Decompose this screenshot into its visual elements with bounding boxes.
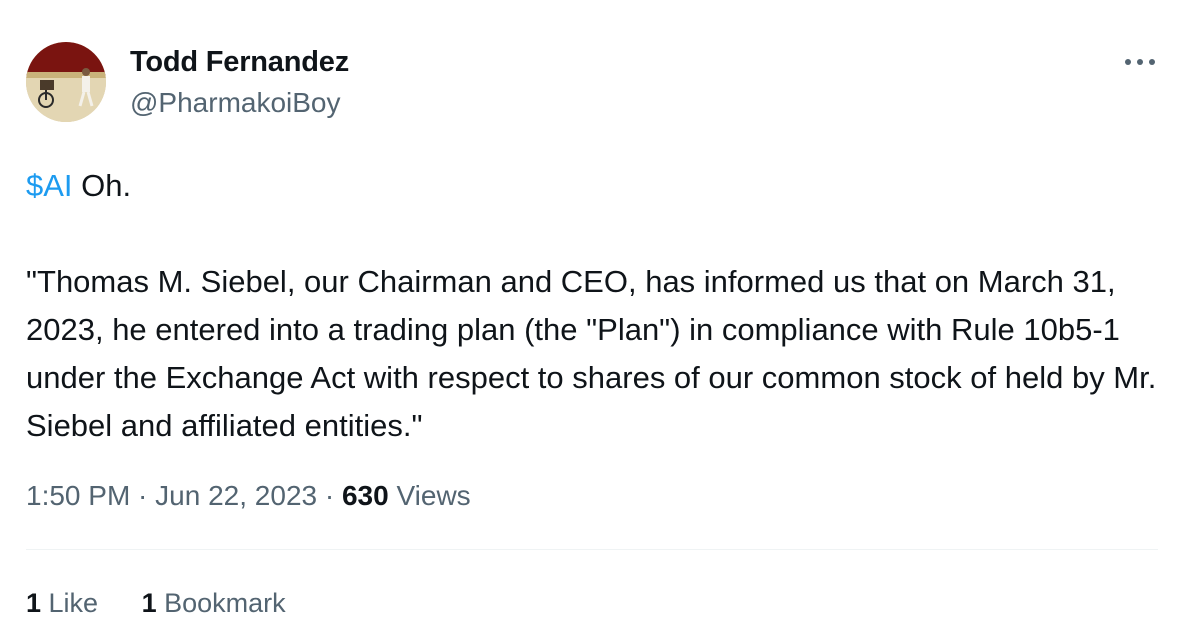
more-options-button[interactable] <box>1120 48 1160 76</box>
bookmarks-count: 1 <box>141 588 157 618</box>
tweet-first-line: $AI Oh. <box>26 162 1166 210</box>
meta-separator-2: · <box>317 480 342 511</box>
cashtag-link[interactable]: $AI <box>26 168 73 203</box>
tweet-meta: 1:50 PM · Jun 22, 2023 · 630 Views <box>26 480 471 512</box>
bookmarks-label: Bookmark <box>156 588 286 618</box>
likes-stat[interactable]: 1 Like <box>26 588 98 619</box>
divider <box>26 549 1158 550</box>
profile-photo-icon <box>26 42 106 122</box>
author-handle[interactable]: @PharmakoiBoy <box>130 87 341 119</box>
tweet-time[interactable]: 1:50 PM <box>26 480 130 511</box>
tweet-quote: "Thomas M. Siebel, our Chairman and CEO,… <box>26 264 1157 443</box>
tweet-date[interactable]: Jun 22, 2023 <box>155 480 317 511</box>
tweet-lead-text: Oh. <box>72 168 132 203</box>
meta-separator: · <box>130 480 156 511</box>
bookmarks-stat[interactable]: 1 Bookmark <box>142 588 286 619</box>
views-label: Views <box>388 480 471 511</box>
tweet-text: $AI Oh. "Thomas M. Siebel, our Chairman … <box>26 162 1166 450</box>
author-display-name[interactable]: Todd Fernandez <box>130 46 349 79</box>
avatar[interactable] <box>26 42 106 122</box>
engagement-stats: 1 Like 1 Bookmark <box>26 588 286 619</box>
tweet-card: Todd Fernandez @PharmakoiBoy $AI Oh. "Th… <box>0 0 1188 644</box>
likes-label: Like <box>41 588 99 618</box>
views-count: 630 <box>341 480 389 511</box>
likes-count: 1 <box>26 588 42 618</box>
more-horizontal-icon <box>1125 59 1155 65</box>
